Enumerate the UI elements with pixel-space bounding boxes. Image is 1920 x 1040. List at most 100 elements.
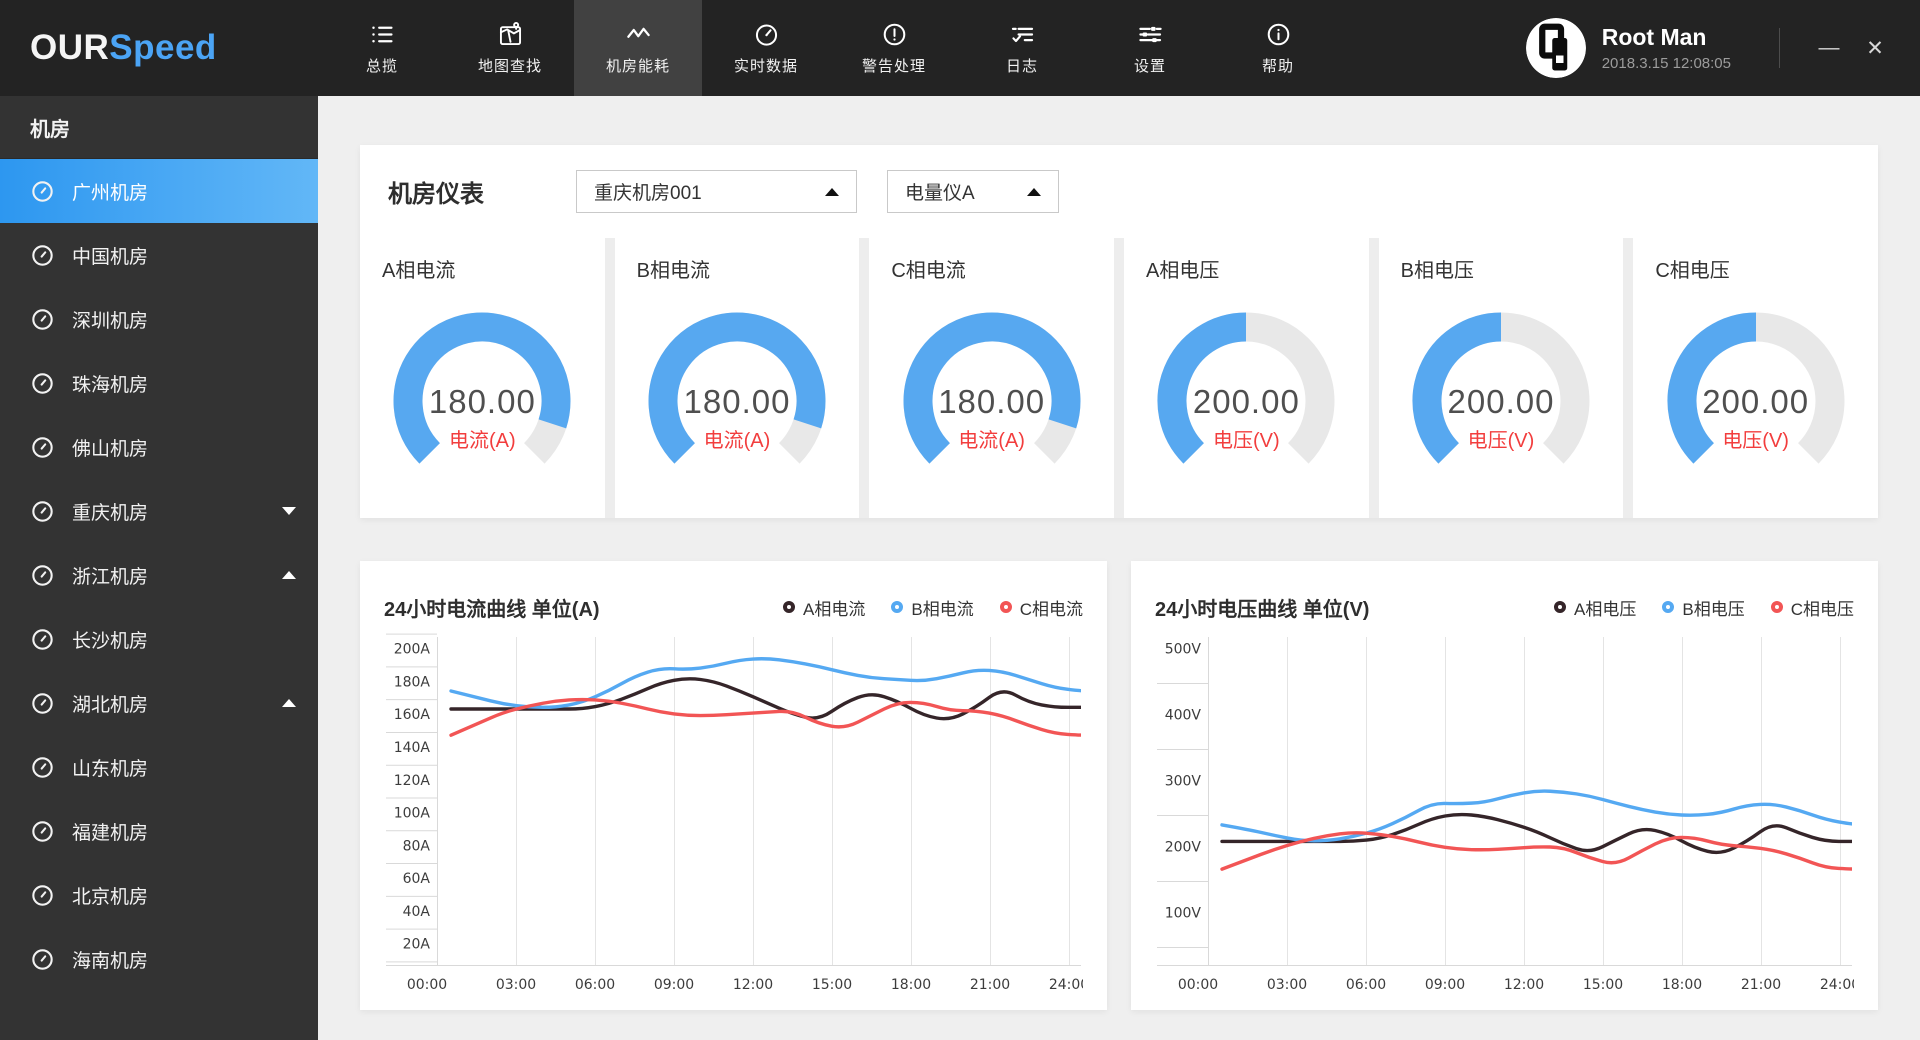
legend-item[interactable]: A相电流: [783, 595, 865, 620]
gauge-title: B相电流: [636, 260, 710, 282]
room-select-value: 重庆机房001: [594, 183, 702, 204]
caret-down-icon[interactable]: [282, 507, 296, 515]
nav-item-label: 帮助: [1261, 57, 1294, 75]
meters-title: 机房仪表: [388, 181, 484, 208]
chart-title: 24小时电流曲线 单位(A): [384, 598, 600, 621]
gauge-card-3: C相电流 180.00 电流(A): [869, 238, 1114, 518]
sidebar-item-4[interactable]: 珠海机房: [0, 351, 318, 415]
nav-item-energy-wave[interactable]: 机房能耗: [574, 0, 702, 96]
avatar-icon: [1525, 18, 1586, 78]
user-info: Root Man 2018.3.15 12:08:05: [1602, 24, 1731, 72]
caret-up-icon[interactable]: [282, 571, 296, 579]
legend-item[interactable]: C相电流: [999, 595, 1083, 620]
gauge-title: C相电压: [1655, 260, 1730, 282]
gauge-icon: [30, 563, 55, 588]
legend-ring-icon: [1770, 601, 1783, 613]
sidebar-item-label: 深圳机房: [72, 310, 149, 332]
nav-item-settings[interactable]: 设置: [1086, 0, 1214, 96]
sidebar-item-8[interactable]: 长沙机房: [0, 607, 318, 671]
sidebar-item-9[interactable]: 湖北机房: [0, 671, 318, 735]
sidebar-item-1[interactable]: 广州机房: [0, 159, 318, 223]
nav-item-help[interactable]: 帮助: [1214, 0, 1342, 96]
avatar[interactable]: [1525, 18, 1586, 78]
nav-item-label: 总揽: [365, 57, 398, 75]
legend-ring-icon: [999, 601, 1012, 613]
gauge-value: 180.00: [683, 383, 791, 420]
logo-primary: OUR: [30, 28, 110, 67]
sidebar-item-12[interactable]: 北京机房: [0, 863, 318, 927]
gauge-card-4: A相电压 200.00 电压(V): [1124, 238, 1369, 518]
user-name: Root Man: [1601, 24, 1707, 50]
legend-item[interactable]: B相电流: [891, 595, 974, 620]
nav-item-label: 日志: [1005, 57, 1038, 75]
gauge-unit-label: 电压(V): [1722, 430, 1789, 452]
gauge-title: C相电流: [891, 260, 966, 282]
nav-item-overview[interactable]: 总揽: [318, 0, 446, 96]
sidebar-item-11[interactable]: 福建机房: [0, 799, 318, 863]
gauge-icon: [30, 435, 55, 460]
legend-label: A相电压: [1574, 599, 1637, 619]
sidebar-item-10[interactable]: 山东机房: [0, 735, 318, 799]
device-select[interactable]: 电量仪A: [887, 170, 1059, 213]
gauge-value: 180.00: [428, 383, 536, 420]
legend-item[interactable]: B相电压: [1662, 595, 1745, 620]
gauge: 200.00 电压(V): [1401, 299, 1601, 495]
sidebar-item-5[interactable]: 佛山机房: [0, 415, 318, 479]
gauge-grid: A相电流 180.00 电流(A) B相电流 180.00 电流(A) C相电流 180.00…: [360, 238, 1878, 518]
gauge-icon: [30, 499, 55, 524]
meters-section: 机房仪表 重庆机房001 电量仪A A相电流 180.00 电流(A) B相电流 180…: [360, 145, 1878, 518]
sidebar-item-6[interactable]: 重庆机房: [0, 479, 318, 543]
nav-item-realtime[interactable]: 实时数据: [702, 0, 830, 96]
close-button[interactable]: ✕: [1852, 25, 1898, 71]
sidebar-item-label: 北京机房: [72, 886, 149, 908]
sidebar-title: 机房: [0, 96, 318, 159]
sidebar-item-3[interactable]: 深圳机房: [0, 287, 318, 351]
minimize-button[interactable]: —: [1806, 25, 1852, 71]
sidebar-item-2[interactable]: 中国机房: [0, 223, 318, 287]
app-window: OUR Speed 总揽 地图查找 机房能耗 实时数据 警告处理 日志 设置 帮助 Root M…: [0, 0, 1920, 1040]
device-select-value: 电量仪A: [905, 183, 975, 204]
sidebar-item-label: 福建机房: [72, 822, 149, 844]
gauge-title: B相电压: [1400, 260, 1474, 282]
gauge-unit-label: 电压(V): [1467, 430, 1535, 452]
gauge-card-6: C相电压 200.00 电压(V): [1633, 238, 1878, 518]
caret-up-icon: [825, 187, 839, 196]
legend-label: A相电流: [803, 599, 866, 619]
sidebar-item-label: 湖北机房: [72, 694, 149, 716]
sidebar: 机房 广州机房 中国机房深圳机房珠海机房 佛山机房 重庆机房浙江机房长沙机房湖北机房山…: [0, 96, 318, 1040]
gauge: 180.00 电流(A): [382, 299, 582, 495]
nav-item-label: 实时数据: [733, 57, 798, 75]
sidebar-item-label: 长沙机房: [72, 630, 149, 652]
chart-header: 24小时电压曲线 单位(V) A相电压 B相电压 C相电压: [1155, 585, 1854, 629]
nav-item-label: 机房能耗: [605, 57, 670, 75]
line-chart-canvas: [1155, 629, 1854, 1001]
nav-item-label: 地图查找: [477, 57, 542, 75]
topbar: OUR Speed 总揽 地图查找 机房能耗 实时数据 警告处理 日志 设置 帮助 Root M…: [0, 0, 1920, 96]
legend-item[interactable]: C相电压: [1770, 595, 1854, 620]
room-select[interactable]: 重庆机房001: [576, 170, 857, 213]
nav-item-alert[interactable]: 警告处理: [830, 0, 958, 96]
line-chart-canvas: [384, 629, 1083, 1001]
gauge-unit-label: 电流(A): [958, 430, 1025, 452]
nav-item-map-search[interactable]: 地图查找: [446, 0, 574, 96]
datetime: 2018.3.15 12:08:05: [1601, 55, 1731, 72]
legend-ring-icon: [1662, 601, 1675, 613]
map-search-icon: [497, 21, 524, 48]
main-content: 机房仪表 重庆机房001 电量仪A A相电流 180.00 电流(A) B相电流 180…: [318, 96, 1920, 1040]
sidebar-item-13[interactable]: 海南机房: [0, 927, 318, 991]
legend-label: B相电流: [911, 599, 974, 619]
window-controls: — ✕: [1779, 0, 1920, 96]
legend-label: C相电流: [1019, 599, 1083, 619]
sidebar-item-list: 广州机房 中国机房深圳机房珠海机房 佛山机房 重庆机房浙江机房长沙机房湖北机房山东机房…: [0, 159, 318, 991]
sidebar-item-label: 浙江机房: [72, 566, 149, 588]
gauge-icon: [30, 179, 55, 204]
realtime-icon: [753, 21, 780, 48]
caret-up-icon[interactable]: [282, 699, 296, 707]
legend-item[interactable]: A相电压: [1554, 595, 1636, 620]
nav-item-log[interactable]: 日志: [958, 0, 1086, 96]
gauge: 180.00 电流(A): [892, 299, 1092, 495]
gauge: 180.00 电流(A): [637, 299, 837, 495]
sidebar-item-7[interactable]: 浙江机房: [0, 543, 318, 607]
gauge-value: 200.00: [1447, 383, 1555, 420]
gauge-icon: [30, 627, 55, 652]
